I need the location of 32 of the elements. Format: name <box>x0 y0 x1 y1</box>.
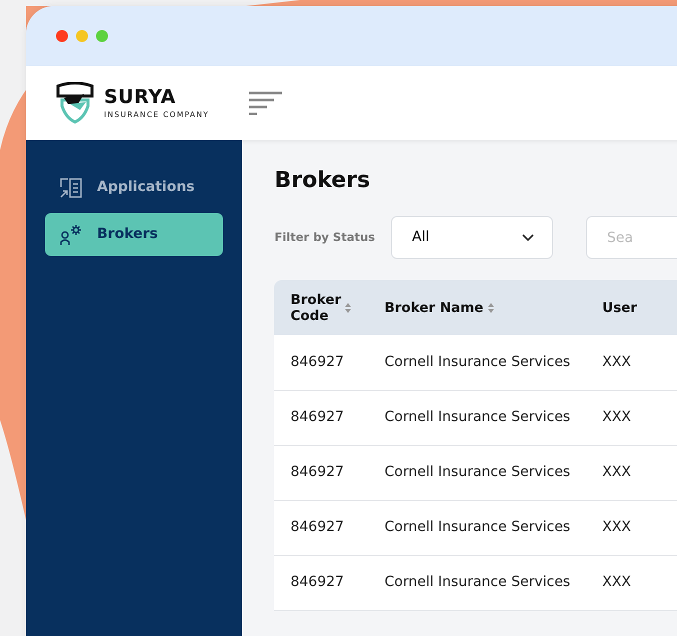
table-cell: Cornell Insurance Services <box>368 445 586 500</box>
table-cell: Cornell Insurance Services <box>368 555 586 610</box>
logo-icon <box>54 82 96 124</box>
table-cell: Cornell Insurance Services <box>368 500 586 556</box>
status-dropdown[interactable]: All <box>391 216 553 260</box>
window-control[interactable] <box>96 30 108 42</box>
column-header: User <box>586 280 677 336</box>
table-cell: 846927 <box>274 335 368 390</box>
document-icon <box>59 176 83 198</box>
window-control[interactable] <box>56 30 68 42</box>
chevron-down-icon <box>522 234 534 242</box>
page-title: Brokers <box>274 168 372 194</box>
table-cell: Cornell Insurance Services <box>368 390 586 446</box>
search-field[interactable]: Sea <box>586 216 677 260</box>
table-cell: XXX <box>586 335 677 390</box>
table-cell: 846927 <box>274 500 368 556</box>
sidebar-item[interactable]: Applications <box>45 166 224 209</box>
table-cell: 846927 <box>274 445 368 500</box>
table-cell: Cornell Insurance Services <box>368 335 586 390</box>
filter-label: Filter by Status <box>274 229 375 246</box>
column-header[interactable]: Broker Name <box>368 280 586 336</box>
table-cell: 846927 <box>274 390 368 446</box>
table-cell: XXX <box>586 555 677 610</box>
table-cell: 846927 <box>274 555 368 610</box>
user-gear-icon <box>59 224 83 246</box>
table-cell: XXX <box>586 390 677 446</box>
menu-icon[interactable] <box>249 91 284 115</box>
sidebar-item[interactable]: Brokers <box>45 213 224 256</box>
table-cell: XXX <box>586 500 677 556</box>
brand-name: SURYA <box>104 88 177 107</box>
table-cell: XXX <box>586 445 677 500</box>
column-header[interactable]: Broker Code <box>274 280 368 336</box>
